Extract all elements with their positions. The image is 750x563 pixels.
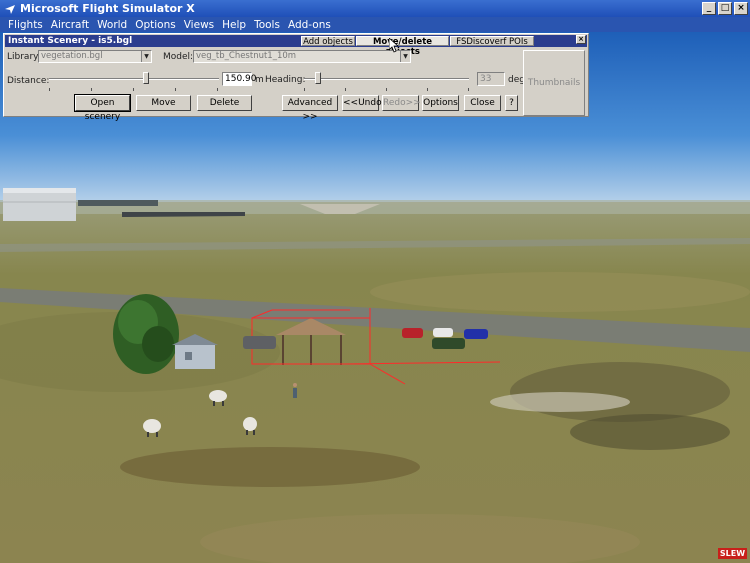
chevron-down-icon: ▼ — [400, 51, 410, 62]
heading-slider-thumb[interactable] — [315, 72, 321, 84]
menu-add-ons[interactable]: Add-ons — [288, 19, 331, 31]
menu-views[interactable]: Views — [184, 19, 214, 31]
open-scenery-button[interactable]: Open scenery — [74, 94, 131, 122]
menu-world[interactable]: World — [97, 19, 127, 31]
menu-flights[interactable]: Flights — [8, 19, 43, 31]
fsx-app-icon — [5, 4, 15, 14]
instant-scenery-dialog: Instant Scenery - is5.bgl Add objects Mo… — [3, 33, 589, 122]
mouse-cursor-icon — [389, 38, 399, 53]
delete-button[interactable]: Delete — [197, 95, 252, 111]
menu-help[interactable]: Help — [222, 19, 246, 31]
options-button[interactable]: Options — [422, 95, 459, 111]
tab-add-objects[interactable]: Add objects — [301, 36, 355, 47]
menu-aircraft[interactable]: Aircraft — [51, 19, 89, 31]
model-value: veg_tb_Chestnut1_10m — [196, 51, 297, 61]
menu-bar: Flights Aircraft World Options Views Hel… — [0, 17, 750, 32]
redo-button[interactable]: Redo>> — [382, 95, 421, 111]
library-label: Library: — [7, 52, 41, 62]
dialog-close-icon[interactable]: × — [576, 35, 586, 44]
minimize-button[interactable]: _ — [702, 2, 716, 15]
chevron-down-icon: ▼ — [141, 51, 151, 62]
library-value: vegetation.bgl — [41, 51, 103, 61]
tab-move-delete-objects[interactable]: Move/delete objects — [356, 36, 449, 57]
distant-buildings — [78, 200, 158, 206]
tab-fsdiscover-pois[interactable]: FSDiscoverf POIs — [450, 36, 534, 47]
distance-slider-track[interactable] — [49, 78, 219, 80]
distance-label: Distance: — [7, 76, 50, 86]
dialog-title: Instant Scenery - is5.bgl — [8, 36, 133, 46]
undo-button[interactable]: <<Undo — [342, 95, 382, 111]
menu-tools[interactable]: Tools — [254, 19, 280, 31]
model-label: Model: — [163, 52, 194, 62]
model-select[interactable]: veg_tb_Chestnut1_10m ▼ — [193, 50, 411, 63]
heading-input[interactable]: 33 — [477, 72, 505, 86]
heading-label: Heading: — [265, 75, 306, 85]
menu-options[interactable]: Options — [135, 19, 176, 31]
close-dialog-button[interactable]: Close — [464, 95, 501, 111]
heading-slider-track[interactable] — [304, 78, 469, 80]
thumbnails-button[interactable]: Thumbnails — [523, 50, 585, 116]
advanced-button[interactable]: Advanced >> — [282, 95, 338, 122]
distance-slider-thumb[interactable] — [143, 72, 149, 84]
distance-unit: m — [255, 75, 264, 85]
close-button[interactable]: × — [734, 2, 748, 15]
person-figure — [293, 383, 297, 398]
distance-input[interactable]: 150.90 — [222, 72, 257, 86]
window-titlebar: Microsoft Flight Simulator X _ □ × — [0, 0, 750, 17]
chestnut-tree — [113, 294, 179, 374]
help-button[interactable]: ? — [505, 95, 518, 111]
slew-indicator: SLEW — [718, 548, 747, 559]
maximize-button[interactable]: □ — [718, 2, 732, 15]
hangar-building — [3, 188, 76, 221]
window-title: Microsoft Flight Simulator X — [20, 2, 195, 15]
move-button[interactable]: Move — [136, 95, 191, 111]
library-select[interactable]: vegetation.bgl ▼ — [38, 50, 152, 63]
